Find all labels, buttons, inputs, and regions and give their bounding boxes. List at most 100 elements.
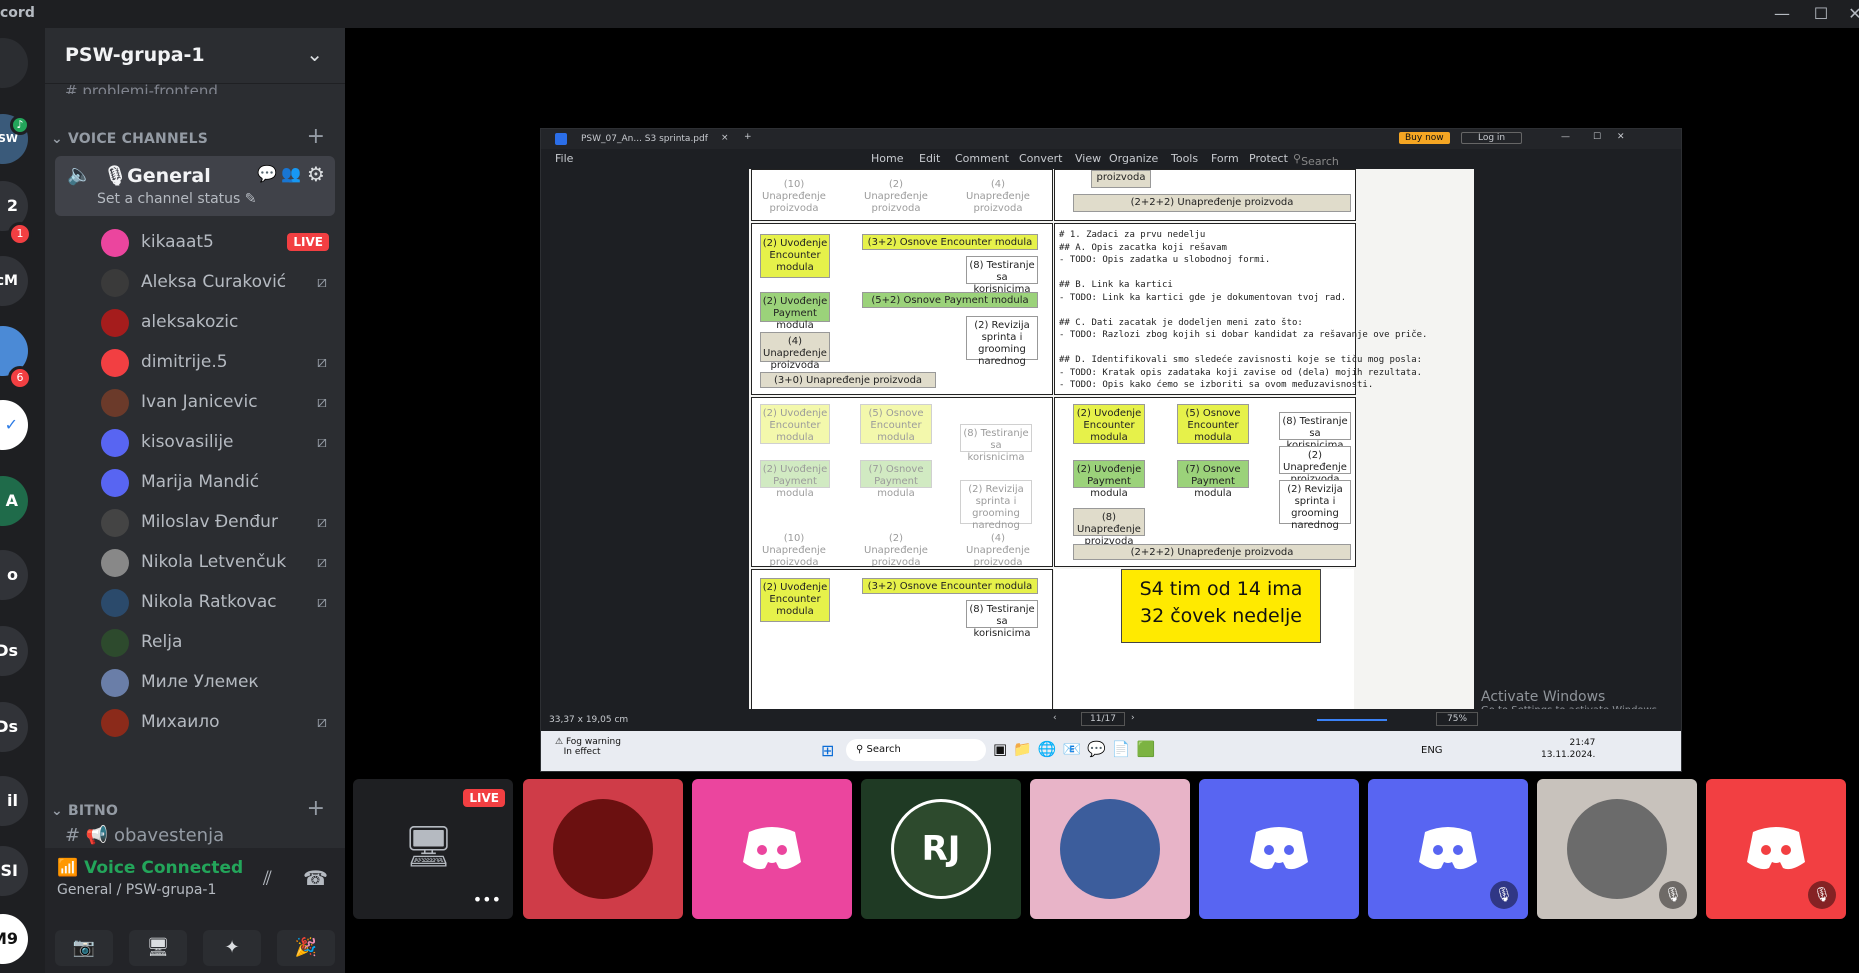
next-page-button[interactable]: ›	[1131, 713, 1135, 723]
close-tab-icon[interactable]: ×	[721, 133, 729, 143]
clock[interactable]: 21:47 13.11.2024.	[1541, 737, 1595, 761]
zoom-level-select[interactable]: 75%	[1436, 712, 1479, 726]
menu-form[interactable]: Form	[1211, 152, 1239, 165]
add-channel-icon[interactable]: +	[307, 796, 325, 821]
invite-icon[interactable]: 👥	[281, 164, 301, 183]
voice-member[interactable]: Nikola Ratkovac ⧄	[97, 586, 337, 620]
code-line: ## A. Opis zacatka koji rešavam	[1059, 242, 1227, 253]
participant-tile[interactable]	[1030, 779, 1190, 919]
chevron-down-icon[interactable]: ⌄	[306, 42, 323, 66]
menu-edit[interactable]: Edit	[919, 152, 940, 165]
taskbar-search[interactable]: ⚲ Search	[846, 739, 986, 761]
pdf-tab-title[interactable]: PSW_07_An... S3 sprinta.pdf	[581, 134, 708, 144]
diagram-box: (10) Unapređenje proizvoda	[758, 176, 830, 214]
channel-label: obavestenja	[113, 825, 225, 846]
voice-member[interactable]: Aleksa Curaković ⧄	[97, 266, 337, 300]
guild-name: PSW-grupa-1	[65, 44, 205, 66]
menu-protect[interactable]: Protect	[1249, 152, 1288, 165]
channel-obavestenja[interactable]: # 📢 obavestenja	[65, 825, 224, 846]
voice-member[interactable]: Ivan Janicevic ⧄	[97, 386, 337, 420]
home-icon[interactable]	[0, 38, 28, 88]
voice-member[interactable]: dimitrije.5 ⧄	[97, 346, 337, 380]
page-number-input[interactable]: 11/17	[1081, 712, 1125, 726]
voice-connected-label[interactable]: 📶 Voice Connected	[57, 858, 243, 878]
participant-tile[interactable]	[523, 779, 683, 919]
minimize-button[interactable]: —	[1767, 2, 1797, 26]
chat-icon[interactable]: 💬	[257, 164, 277, 183]
participant-tile[interactable]: 🎙	[1368, 779, 1528, 919]
buy-now-button[interactable]: Buy now	[1399, 132, 1450, 144]
participant-tile[interactable]: RJ	[861, 779, 1021, 919]
voice-connected-subtitle: General / PSW-grupa-1	[57, 882, 217, 898]
gear-icon[interactable]: ⚙	[307, 162, 325, 186]
server-icon-12[interactable]: M9	[0, 914, 28, 964]
screen-share-button[interactable]: 🖥	[129, 930, 187, 966]
shared-screen-pdf[interactable]: PSW_07_An... S3 sprinta.pdf × + Buy now …	[540, 128, 1682, 772]
server-icon-10[interactable]: il	[0, 776, 28, 826]
server-icon-8[interactable]: Ds	[0, 626, 28, 676]
search-tools-input[interactable]: ⚲ Search Tools	[1293, 152, 1339, 181]
voice-member[interactable]: Nikola Letvenčuk ⧄	[97, 546, 337, 580]
maximize-button[interactable]: ☐	[1806, 2, 1836, 26]
voice-member[interactable]: Миле Улемек	[97, 666, 337, 700]
camera-off-button[interactable]: 📷	[55, 930, 113, 966]
zoom-slider[interactable]	[1317, 719, 1387, 721]
server-icon-7[interactable]: o	[0, 550, 28, 600]
noise-suppression-icon[interactable]: ⫽	[263, 866, 272, 890]
participant-tile[interactable]	[1199, 779, 1359, 919]
soundboard-button[interactable]: 🎉	[277, 930, 335, 966]
language-indicator[interactable]: ENG	[1421, 745, 1443, 756]
voice-member[interactable]: Михаило ⧄	[97, 706, 337, 740]
code-line: ## D. Identifikovali smo sledeće zavisno…	[1059, 355, 1423, 365]
pdf-minimize-icon[interactable]: —	[1561, 132, 1570, 142]
windows-taskbar: ⚠ Fog warning In effect ⊞ ⚲ Search ▣📁🌐📧💬…	[541, 731, 1681, 771]
menu-convert[interactable]: Convert	[1019, 152, 1063, 165]
server-icon-11[interactable]: SI	[0, 846, 28, 896]
prev-page-button[interactable]: ‹	[1053, 713, 1057, 723]
new-tab-icon[interactable]: +	[744, 132, 752, 142]
file-menu[interactable]: File	[555, 152, 573, 165]
diagram-bar: (3+0) Unapređenje proizvoda	[760, 372, 936, 388]
clock-date: 13.11.2024.	[1541, 750, 1596, 760]
stream-stage[interactable]: PSW_07_An... S3 sprinta.pdf × + Buy now …	[345, 28, 1859, 973]
close-button[interactable]: ✕	[1840, 2, 1859, 26]
stream-preview-tile[interactable]: LIVE 🖥 •••	[353, 779, 513, 919]
category-voice-channels[interactable]: ⌄ VOICE CHANNELS	[51, 131, 208, 147]
pdf-page[interactable]: (10) Unapređenje proizvoda (2) Unapređen…	[749, 169, 1474, 711]
voice-channel-general[interactable]: 🔈 🎙General 💬 👥 ⚙ Set a channel status ✎	[55, 156, 335, 216]
weather-widget[interactable]: ⚠ Fog warning In effect	[555, 737, 621, 757]
member-name: Ivan Janicevic	[141, 392, 258, 412]
menu-comment[interactable]: Comment	[955, 152, 1009, 165]
voice-member[interactable]: Miloslav Đenđur ⧄	[97, 506, 337, 540]
menu-home[interactable]: Home	[871, 152, 903, 165]
server-icon-3[interactable]: McM	[0, 256, 28, 306]
participant-tile[interactable]	[692, 779, 852, 919]
disconnect-icon[interactable]: ☎	[303, 866, 328, 890]
participant-tile[interactable]: 🎙	[1706, 779, 1846, 919]
member-name: Relja	[141, 632, 183, 652]
partial-channel[interactable]: # problemi-frontend	[65, 82, 218, 94]
voice-member[interactable]: Relja	[97, 626, 337, 660]
category-bitno[interactable]: ⌄ BITNO	[51, 803, 118, 819]
voice-member[interactable]: kikaaat5 LIVE	[97, 226, 337, 260]
activities-button[interactable]: ✦	[203, 930, 261, 966]
server-icon-5[interactable]: ✓	[0, 400, 28, 450]
menu-tools[interactable]: Tools	[1171, 152, 1198, 165]
more-icon[interactable]: •••	[473, 890, 501, 909]
voice-member[interactable]: aleksakozic	[97, 306, 337, 340]
server-icon-9[interactable]: Ds	[0, 702, 28, 752]
menu-organize[interactable]: Organize	[1109, 152, 1158, 165]
pdf-maximize-icon[interactable]: ☐	[1593, 132, 1601, 142]
voice-member[interactable]: kisovasilije ⧄	[97, 426, 337, 460]
menu-view[interactable]: View	[1075, 152, 1101, 165]
login-button[interactable]: Log in	[1461, 132, 1523, 144]
start-icon[interactable]: ⊞	[821, 741, 834, 760]
guild-header[interactable]: PSW-grupa-1 ⌄	[45, 28, 345, 84]
pdf-close-icon[interactable]: ✕	[1617, 132, 1625, 142]
channel-status[interactable]: Set a channel status ✎	[97, 191, 257, 207]
add-channel-icon[interactable]: +	[307, 124, 325, 149]
voice-member[interactable]: Marija Mandić	[97, 466, 337, 500]
participant-tile[interactable]: 🎙	[1537, 779, 1697, 919]
server-icon-6[interactable]: A	[0, 476, 28, 526]
